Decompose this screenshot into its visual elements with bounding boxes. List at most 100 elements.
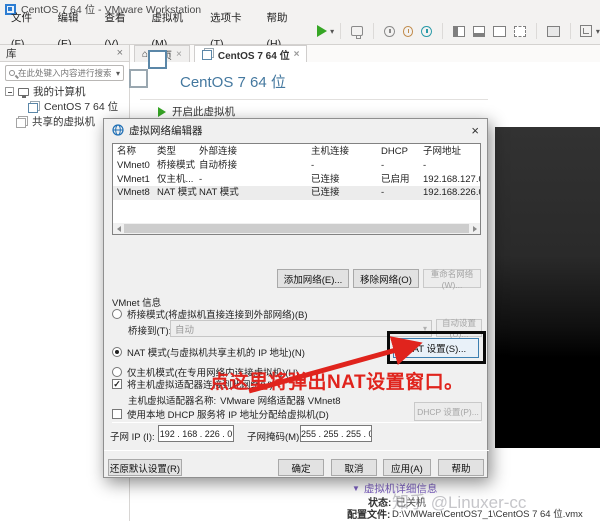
bridged-mode-radio[interactable]: 桥接模式(将虚拟机直接连接到外部网络)(B) xyxy=(112,307,308,321)
col-external[interactable]: 外部连接 xyxy=(199,144,311,159)
radio-selected-icon[interactable] xyxy=(112,347,122,357)
cancel-button[interactable]: 取消 xyxy=(331,459,377,476)
content-divider xyxy=(140,99,488,100)
footer-divider xyxy=(104,450,489,451)
config-value: D:\VMWare\CentOS7_1\CentOS 7 64 位.vmx xyxy=(392,506,583,520)
tab-home-close-icon[interactable]: × xyxy=(176,49,182,60)
table-header-row: 名称 类型 外部连接 主机连接 DHCP 子网地址 xyxy=(113,144,480,159)
unity-mode-icon[interactable] xyxy=(514,26,526,37)
console-view-icon[interactable] xyxy=(547,26,559,37)
tree-vm-label: CentOS 7 64 位 xyxy=(44,99,118,114)
nat-settings-button[interactable]: NAT 设置(S)... xyxy=(393,338,479,358)
subnet-mask-label: 子网掩码(M): xyxy=(247,429,302,443)
library-close-icon[interactable]: × xyxy=(117,47,123,59)
dhcp-checkbox[interactable]: 使用本地 DHCP 服务将 IP 地址分配给虚拟机(D) xyxy=(112,407,329,421)
fit-window-dropdown-icon[interactable]: ▾ xyxy=(596,27,600,36)
horizontal-scrollbar[interactable] xyxy=(113,223,480,234)
search-icon xyxy=(9,70,15,76)
sidebar-item-shared-vms[interactable]: 共享的虚拟机 xyxy=(16,114,95,129)
toolbar-separator xyxy=(340,23,341,39)
radio-icon[interactable] xyxy=(112,367,122,377)
power-play-icon[interactable] xyxy=(317,25,327,37)
col-dhcp[interactable]: DHCP xyxy=(381,144,423,159)
scroll-right-icon[interactable] xyxy=(469,223,480,234)
page-title: CentOS 7 64 位 xyxy=(180,71,286,92)
power-on-label: 开启此虚拟机 xyxy=(172,104,235,119)
nat-mode-label: NAT 模式(与虚拟机共享主机的 IP 地址)(N) xyxy=(127,345,305,359)
subnet-ip-input[interactable] xyxy=(158,425,234,442)
ok-button[interactable]: 确定 xyxy=(278,459,324,476)
fit-window-icon[interactable] xyxy=(580,25,591,37)
scroll-left-icon[interactable] xyxy=(113,223,124,234)
show-thumbnail-bar-icon[interactable] xyxy=(473,26,485,37)
sidebar-item-my-computer[interactable]: 我的计算机 xyxy=(5,84,86,99)
select-caret-icon: ▾ xyxy=(423,324,427,333)
vm-tab-icon xyxy=(202,48,214,60)
power-on-link[interactable]: 开启此虚拟机 xyxy=(158,104,235,119)
col-type[interactable]: 类型 xyxy=(157,144,199,159)
col-name[interactable]: 名称 xyxy=(113,144,157,159)
snapshot-take-icon[interactable] xyxy=(384,26,394,37)
tree-root-label: 我的计算机 xyxy=(33,84,86,99)
tab-bar: ⌂ 主页 × CentOS 7 64 位 × xyxy=(130,45,600,62)
search-box[interactable]: ▾ xyxy=(5,65,124,81)
menubar: 文件(F) 编辑(E) 查看(V) 虚拟机(M) 选项卡(T) 帮助(H) ▾ … xyxy=(0,18,600,45)
shared-vm-icon xyxy=(16,116,28,128)
auto-settings-button: 自动设置(U)... xyxy=(436,319,482,337)
checkbox-checked-icon[interactable]: ✓ xyxy=(112,379,122,389)
computer-icon xyxy=(18,88,29,96)
toolbar-separator xyxy=(570,23,571,39)
power-dropdown-icon[interactable]: ▾ xyxy=(330,27,334,36)
search-input[interactable] xyxy=(18,68,113,78)
toolbar-separator xyxy=(536,23,537,39)
apply-button[interactable]: 应用(A) xyxy=(383,459,431,476)
sidebar-item-centos-vm[interactable]: CentOS 7 64 位 xyxy=(28,99,118,114)
tab-vm[interactable]: CentOS 7 64 位 × xyxy=(194,45,308,62)
col-subnet[interactable]: 子网地址 xyxy=(423,144,480,159)
table-row-vmnet0[interactable]: VMnet0 桥接模式 自动桥接 - - - xyxy=(113,159,480,173)
bridged-to-select: 自动 ▾ xyxy=(170,320,432,337)
col-host[interactable]: 主机连接 xyxy=(311,144,381,159)
remove-network-button[interactable]: 移除网络(O) xyxy=(353,269,419,288)
snapshot-revert-icon[interactable] xyxy=(403,26,413,37)
section-divider xyxy=(112,422,481,423)
network-table: 名称 类型 外部连接 主机连接 DHCP 子网地址 VMnet0 桥接模式 自动… xyxy=(112,143,481,235)
adapter-name-row: 主机虚拟适配器名称: VMware 网络适配器 VMnet8 xyxy=(128,393,341,407)
fullscreen-icon[interactable] xyxy=(493,26,505,37)
search-dropdown-icon[interactable]: ▾ xyxy=(116,69,120,78)
add-network-button[interactable]: 添加网络(E)... xyxy=(277,269,349,288)
vm-icon xyxy=(28,101,40,113)
checkbox-unchecked-icon[interactable] xyxy=(112,409,122,419)
scrollbar-thumb[interactable] xyxy=(124,224,469,233)
library-title: 库 xyxy=(6,46,17,61)
restore-defaults-button[interactable]: 还原默认设置(R) xyxy=(108,459,182,476)
send-input-icon[interactable] xyxy=(351,26,363,36)
config-label: 配置文件: xyxy=(347,506,390,521)
nat-mode-radio[interactable]: NAT 模式(与虚拟机共享主机的 IP 地址)(N) xyxy=(112,345,305,359)
radio-icon[interactable] xyxy=(112,309,122,319)
subnet-mask-input[interactable] xyxy=(300,425,372,442)
library-header: 库 × xyxy=(0,45,130,62)
toolbar-separator xyxy=(373,23,374,39)
show-library-icon[interactable] xyxy=(453,26,465,37)
play-icon xyxy=(158,107,166,117)
dhcp-label: 使用本地 DHCP 服务将 IP 地址分配给虚拟机(D) xyxy=(127,407,329,421)
tree-shared-label: 共享的虚拟机 xyxy=(32,114,95,129)
network-globe-icon xyxy=(112,124,124,136)
collapse-icon[interactable] xyxy=(5,87,14,96)
dialog-close-icon[interactable]: × xyxy=(471,123,479,138)
virtual-network-editor-dialog: 虚拟网络编辑器 × 名称 类型 外部连接 主机连接 DHCP 子网地址 VMne… xyxy=(103,118,488,478)
tab-vm-label: CentOS 7 64 位 xyxy=(218,47,290,62)
dhcp-settings-button: DHCP 设置(P)... xyxy=(414,402,482,421)
table-row-vmnet8[interactable]: VMnet8 NAT 模式 NAT 模式 已连接 - 192.168.226.0 xyxy=(113,186,480,200)
adapter-name-value: VMware 网络适配器 VMnet8 xyxy=(220,393,340,407)
annotation-text: 点这里将弹出NAT设置窗口。 xyxy=(210,367,464,394)
vm-screen-preview[interactable] xyxy=(495,127,600,448)
table-row-vmnet1[interactable]: VMnet1 仅主机... - 已连接 已启用 192.168.127.0 xyxy=(113,173,480,187)
chevron-down-icon: ▼ xyxy=(352,484,360,493)
help-button[interactable]: 帮助 xyxy=(438,459,484,476)
tab-vm-close-icon[interactable]: × xyxy=(294,49,300,60)
snapshot-manager-icon[interactable] xyxy=(421,26,431,37)
bridged-to-label: 桥接到(T): xyxy=(128,323,171,337)
dialog-titlebar[interactable]: 虚拟网络编辑器 × xyxy=(104,119,487,141)
